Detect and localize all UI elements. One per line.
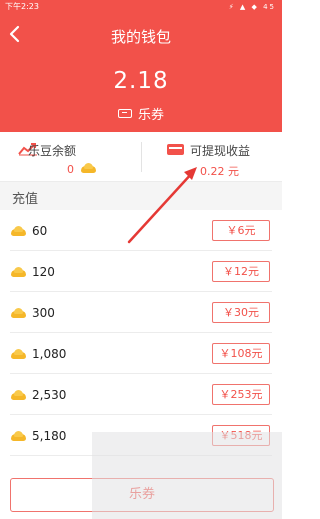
page-title: 我的钱包 — [110, 28, 171, 46]
status-icons: ⚡ ▲ ◆ 45 — [228, 3, 276, 11]
recharge-amount: 60 — [32, 224, 48, 238]
price-button[interactable]: ￥253元 — [212, 384, 270, 405]
recharge-amount: 5,180 — [32, 429, 67, 443]
recharge-section-header: 充值 — [0, 182, 282, 210]
watermark-overlay — [92, 432, 282, 519]
coin-icon — [11, 308, 26, 318]
balance-unit: 乐券 — [137, 108, 164, 123]
recharge-amount: 300 — [32, 306, 55, 320]
ledou-balance[interactable]: 乐豆余额 0 — [0, 132, 141, 182]
list-item[interactable]: 1,080 ￥108元 — [10, 333, 272, 374]
price-button[interactable]: ￥12元 — [212, 261, 270, 282]
coin-icon — [11, 226, 26, 236]
coin-icon — [11, 267, 26, 277]
stats-bar: 乐豆余额 0 可提现收益 0.22 元 — [0, 132, 282, 182]
coin-icon — [11, 431, 26, 441]
price-button[interactable]: ￥108元 — [212, 343, 270, 364]
balance-value: 2.18 — [113, 68, 169, 94]
price-button[interactable]: ￥6元 — [212, 220, 270, 241]
recharge-amount: 120 — [32, 265, 55, 279]
section-title: 充值 — [12, 192, 39, 207]
ledou-value-row: 0 — [67, 163, 96, 176]
list-item[interactable]: 2,530 ￥253元 — [10, 374, 272, 415]
withdraw-label: 可提现收益 — [190, 144, 251, 158]
list-item[interactable]: 300 ￥30元 — [10, 292, 272, 333]
status-time: 下午2:23 — [5, 2, 39, 11]
coin-icon — [11, 349, 26, 359]
status-bar: 下午2:23 ⚡ ▲ ◆ 45 — [0, 0, 282, 14]
ledou-label: 乐豆余额 — [28, 144, 77, 158]
ledou-value: 0 — [67, 163, 74, 176]
coin-icon — [11, 390, 26, 400]
coupon-icon — [117, 109, 132, 118]
list-item[interactable]: 120 ￥12元 — [10, 251, 272, 292]
recharge-amount: 1,080 — [32, 347, 67, 361]
coin-icon — [81, 163, 96, 173]
card-icon — [167, 144, 184, 155]
withdraw-value: 0.22 元 — [200, 165, 239, 178]
wallet-header: 我的钱包 2.18 乐券 — [0, 14, 282, 132]
withdrawable-earnings[interactable]: 可提现收益 0.22 元 — [141, 132, 282, 182]
recharge-amount: 2,530 — [32, 388, 67, 402]
recharge-list: 60 ￥6元 120 ￥12元 300 ￥30元 1,080 ￥108元 2,5… — [0, 210, 282, 456]
list-item[interactable]: 60 ￥6元 — [10, 210, 272, 251]
balance-unit-row: 乐券 — [0, 104, 282, 123]
price-button[interactable]: ￥30元 — [212, 302, 270, 323]
